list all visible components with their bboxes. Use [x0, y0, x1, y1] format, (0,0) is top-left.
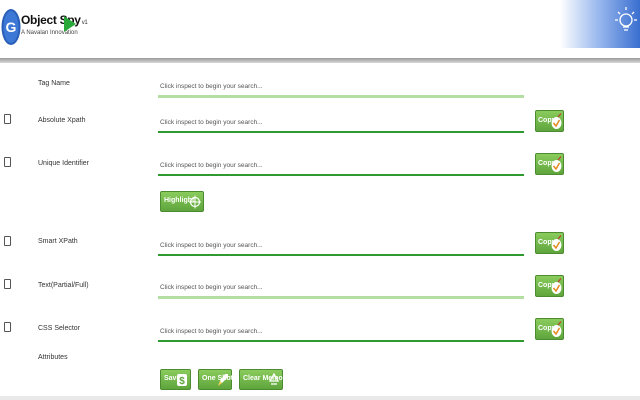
text-partial-full-placeholder: Click inspect to begin your search... — [160, 284, 263, 291]
app-version: v1 — [81, 20, 88, 26]
tag-name-field[interactable]: Click inspect to begin your search... — [158, 76, 524, 98]
header: G Object Spyv1 A Navalan Innovation — [0, 0, 640, 58]
lightbulb-icon — [560, 0, 640, 48]
text-partial-full-checkbox[interactable] — [4, 279, 11, 289]
bottom-edge — [0, 396, 640, 400]
header-divider — [0, 58, 640, 63]
copy-css-selector-button[interactable]: Copy — [535, 318, 564, 340]
svg-text:G: G — [6, 19, 17, 35]
crosshair-icon — [189, 195, 201, 209]
unique-identifier-label: Unique Identifier — [38, 160, 89, 167]
smart-xpath-checkbox[interactable] — [4, 236, 11, 246]
unique-identifier-placeholder: Click inspect to begin your search... — [160, 162, 263, 169]
copy-smart-xpath-button[interactable]: Copy — [535, 232, 564, 254]
save-button[interactable]: Save $ — [160, 369, 191, 390]
smart-xpath-label: Smart XPath — [38, 238, 78, 245]
recycle-icon — [268, 373, 280, 385]
object-spy-logo: G Object Spyv1 A Navalan Innovation — [0, 4, 90, 48]
pencil-check-icon — [551, 321, 562, 337]
unique-identifier-checkbox[interactable] — [4, 157, 11, 167]
unique-identifier-field[interactable]: Click inspect to begin your search... — [158, 154, 524, 176]
rocket-icon — [218, 374, 228, 386]
clear-memory-label: Clear Memory — [243, 375, 290, 382]
copy-text-partial-full-button[interactable]: Copy — [535, 275, 564, 297]
pencil-check-icon — [551, 235, 562, 251]
tag-name-label: Tag Name — [38, 80, 70, 87]
smart-xpath-field[interactable]: Click inspect to begin your search... — [158, 234, 524, 256]
pencil-check-icon — [551, 113, 562, 129]
css-selector-placeholder: Click inspect to begin your search... — [160, 328, 263, 335]
tag-name-placeholder: Click inspect to begin your search... — [160, 83, 263, 90]
g-globe-logo-icon: G — [1, 9, 21, 45]
absolute-xpath-field[interactable]: Click inspect to begin your search... — [158, 111, 524, 133]
attributes-label: Attributes — [38, 354, 68, 361]
pencil-check-icon — [551, 278, 562, 294]
absolute-xpath-label: Absolute Xpath — [38, 117, 86, 124]
svg-text:$: $ — [179, 376, 185, 387]
copy-absolute-xpath-button[interactable]: Copy — [535, 110, 564, 132]
css-selector-checkbox[interactable] — [4, 322, 11, 332]
highlight-button[interactable]: Highlight — [160, 191, 204, 212]
css-selector-field[interactable]: Click inspect to begin your search... — [158, 320, 524, 342]
dollar-icon: $ — [177, 374, 187, 387]
copy-unique-identifier-button[interactable]: Copy — [535, 153, 564, 175]
smart-xpath-placeholder: Click inspect to begin your search... — [160, 242, 263, 249]
app-title: Object Spyv1 — [21, 13, 88, 27]
text-partial-full-label: Text(Partial/Full) — [38, 282, 89, 289]
one-shot-button[interactable]: One Shot — [198, 369, 233, 390]
css-selector-label: CSS Selector — [38, 325, 81, 332]
clear-memory-button[interactable]: Clear Memory — [239, 369, 289, 390]
absolute-xpath-checkbox[interactable] — [4, 114, 11, 124]
play-arrow-icon — [64, 16, 76, 32]
pencil-check-icon — [551, 156, 562, 172]
text-partial-full-field[interactable]: Click inspect to begin your search... — [158, 277, 524, 299]
absolute-xpath-placeholder: Click inspect to begin your search... — [160, 119, 263, 126]
